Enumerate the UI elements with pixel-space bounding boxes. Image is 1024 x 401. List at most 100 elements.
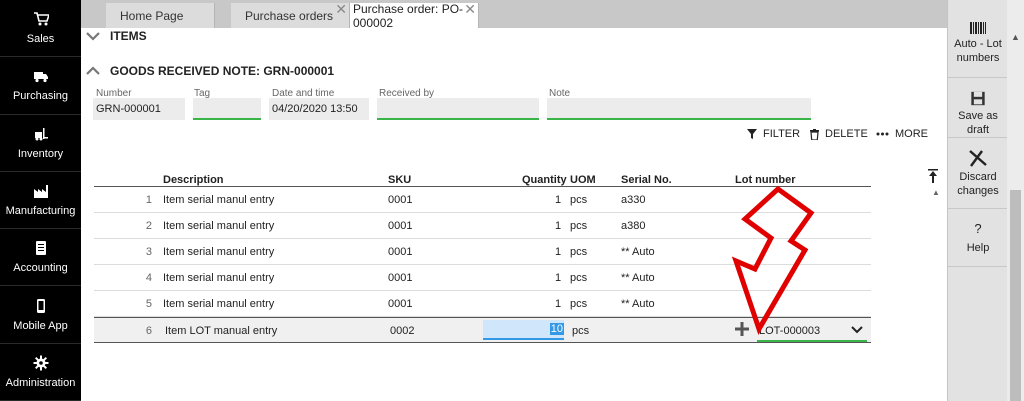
cell-uom: pcs	[570, 220, 588, 232]
delete-label: DELETE	[825, 128, 868, 140]
cell-sku: 0002	[390, 325, 415, 337]
nav-label: Sales	[26, 33, 55, 46]
nav-label: Manufacturing	[5, 205, 76, 218]
cell-sku: 0001	[388, 272, 413, 284]
cell-serial: a380	[621, 220, 646, 232]
action-label: Save as draft	[958, 110, 998, 136]
number-field[interactable]: GRN-000001	[93, 98, 185, 120]
cell-description: Item serial manul entry	[163, 246, 275, 258]
save-icon	[971, 91, 985, 106]
col-uom[interactable]: UOM	[570, 174, 596, 186]
annotation-arrow	[731, 185, 815, 336]
more-button[interactable]: MORE	[876, 128, 928, 140]
discard-changes-button[interactable]: Discard changes	[948, 139, 1008, 209]
cell-sku: 0001	[388, 246, 413, 258]
nav-sales[interactable]: Sales	[0, 0, 81, 58]
note-field[interactable]	[547, 98, 811, 120]
nav-label: Purchasing	[12, 90, 69, 103]
cell-description: Item serial manul entry	[163, 194, 275, 206]
ledger-icon	[35, 241, 46, 256]
cell-sku: 0001	[388, 220, 413, 232]
cell-description: Item serial manul entry	[163, 220, 275, 232]
quantity-input[interactable]: 10	[483, 320, 564, 340]
nav-label: Administration	[5, 376, 76, 389]
nav-label: Mobile App	[13, 319, 68, 332]
col-description[interactable]: Description	[163, 174, 224, 186]
save-draft-button[interactable]: Save as draft	[948, 79, 1008, 138]
cart-icon	[33, 12, 49, 26]
tab-label: Home Page	[120, 8, 184, 23]
received-by-field[interactable]	[377, 98, 539, 120]
nav-inventory[interactable]: Inventory	[0, 115, 81, 172]
cell-quantity: 1	[555, 220, 562, 232]
cell-serial: ** Auto	[621, 246, 655, 258]
nav-purchasing[interactable]: Purchasing	[0, 57, 81, 115]
factory-icon	[33, 185, 48, 199]
chevron-down-icon	[86, 32, 100, 41]
close-tab-icon[interactable]: ✕	[464, 1, 476, 18]
auto-lot-numbers-button[interactable]: Auto - Lot numbers	[948, 0, 1008, 78]
action-label: Help	[966, 242, 990, 254]
cell-quantity: 1	[555, 272, 562, 284]
delete-button[interactable]: DELETE	[810, 128, 868, 140]
cell-description: Item serial manul entry	[163, 272, 275, 284]
cell-uom: pcs	[570, 246, 588, 258]
row-number: 1	[145, 194, 152, 206]
nav-manufacturing[interactable]: Manufacturing	[0, 172, 81, 230]
cell-quantity: 1	[555, 246, 562, 258]
tab-home-page[interactable]: Home Page	[106, 3, 215, 28]
chevron-up-icon	[86, 66, 100, 75]
scroll-to-top-icon[interactable]	[928, 169, 938, 186]
phone-icon	[36, 298, 45, 313]
scrollbar[interactable]: ▲	[1007, 0, 1024, 401]
scroll-up-arrow[interactable]: ▲	[1011, 32, 1020, 42]
section-title: ITEMS	[110, 29, 147, 43]
cell-serial: ** Auto	[621, 298, 655, 310]
nav-administration[interactable]: Administration	[0, 344, 81, 401]
row-number: 6	[145, 325, 152, 337]
scroll-up-arrow[interactable]: ▲	[932, 188, 940, 197]
nav-mobile-app[interactable]: Mobile App	[0, 286, 81, 344]
discard-icon	[969, 150, 987, 167]
row-number: 3	[145, 246, 152, 258]
main-content: ITEMS GOODS RECEIVED NOTE: GRN-000001 Nu…	[81, 28, 947, 401]
filter-icon	[747, 129, 757, 139]
quantity-value: 10	[549, 323, 564, 335]
cell-description: Item serial manul entry	[163, 298, 275, 310]
tag-field[interactable]	[193, 98, 261, 120]
cell-uom: pcs	[572, 325, 590, 337]
cell-quantity: 1	[555, 298, 562, 310]
nav-accounting[interactable]: Accounting	[0, 229, 81, 287]
tab-purchase-order[interactable]: Purchase order: PO-000002 ✕	[350, 1, 479, 30]
cell-serial: a330	[621, 194, 646, 206]
cell-uom: pcs	[570, 298, 588, 310]
filter-button[interactable]: FILTER	[747, 128, 800, 140]
nav-label: Accounting	[13, 262, 68, 275]
cell-uom: pcs	[570, 272, 588, 284]
cell-sku: 0001	[388, 298, 413, 310]
barcode-icon	[970, 22, 986, 34]
help-button[interactable]: ? Help	[948, 210, 1008, 267]
col-serial[interactable]: Serial No.	[621, 174, 672, 186]
cell-serial: ** Auto	[621, 272, 655, 284]
help-icon: ?	[974, 221, 982, 236]
forklift-icon	[34, 127, 48, 141]
scrollbar-thumb[interactable]	[1010, 190, 1021, 401]
col-sku[interactable]: SKU	[388, 174, 411, 186]
tab-purchase-orders[interactable]: Purchase orders ✕	[231, 1, 350, 28]
cell-uom: pcs	[570, 194, 588, 206]
truck-icon	[33, 72, 48, 83]
more-icon	[876, 132, 889, 136]
tab-label: Purchase order: PO-000002	[353, 1, 464, 30]
section-items[interactable]: ITEMS	[86, 29, 147, 43]
datetime-field[interactable]: 04/20/2020 13:50	[269, 98, 369, 120]
section-grn[interactable]: GOODS RECEIVED NOTE: GRN-000001	[86, 64, 334, 78]
nav-label: Inventory	[17, 147, 64, 160]
section-title: GOODS RECEIVED NOTE: GRN-000001	[110, 64, 335, 78]
close-tab-icon[interactable]: ✕	[335, 1, 347, 18]
row-number: 2	[145, 220, 152, 232]
cell-quantity: 1	[555, 194, 562, 206]
action-label: Auto - Lot numbers	[954, 38, 1002, 64]
row-number: 4	[145, 272, 152, 284]
col-quantity[interactable]: Quantity	[522, 174, 567, 186]
